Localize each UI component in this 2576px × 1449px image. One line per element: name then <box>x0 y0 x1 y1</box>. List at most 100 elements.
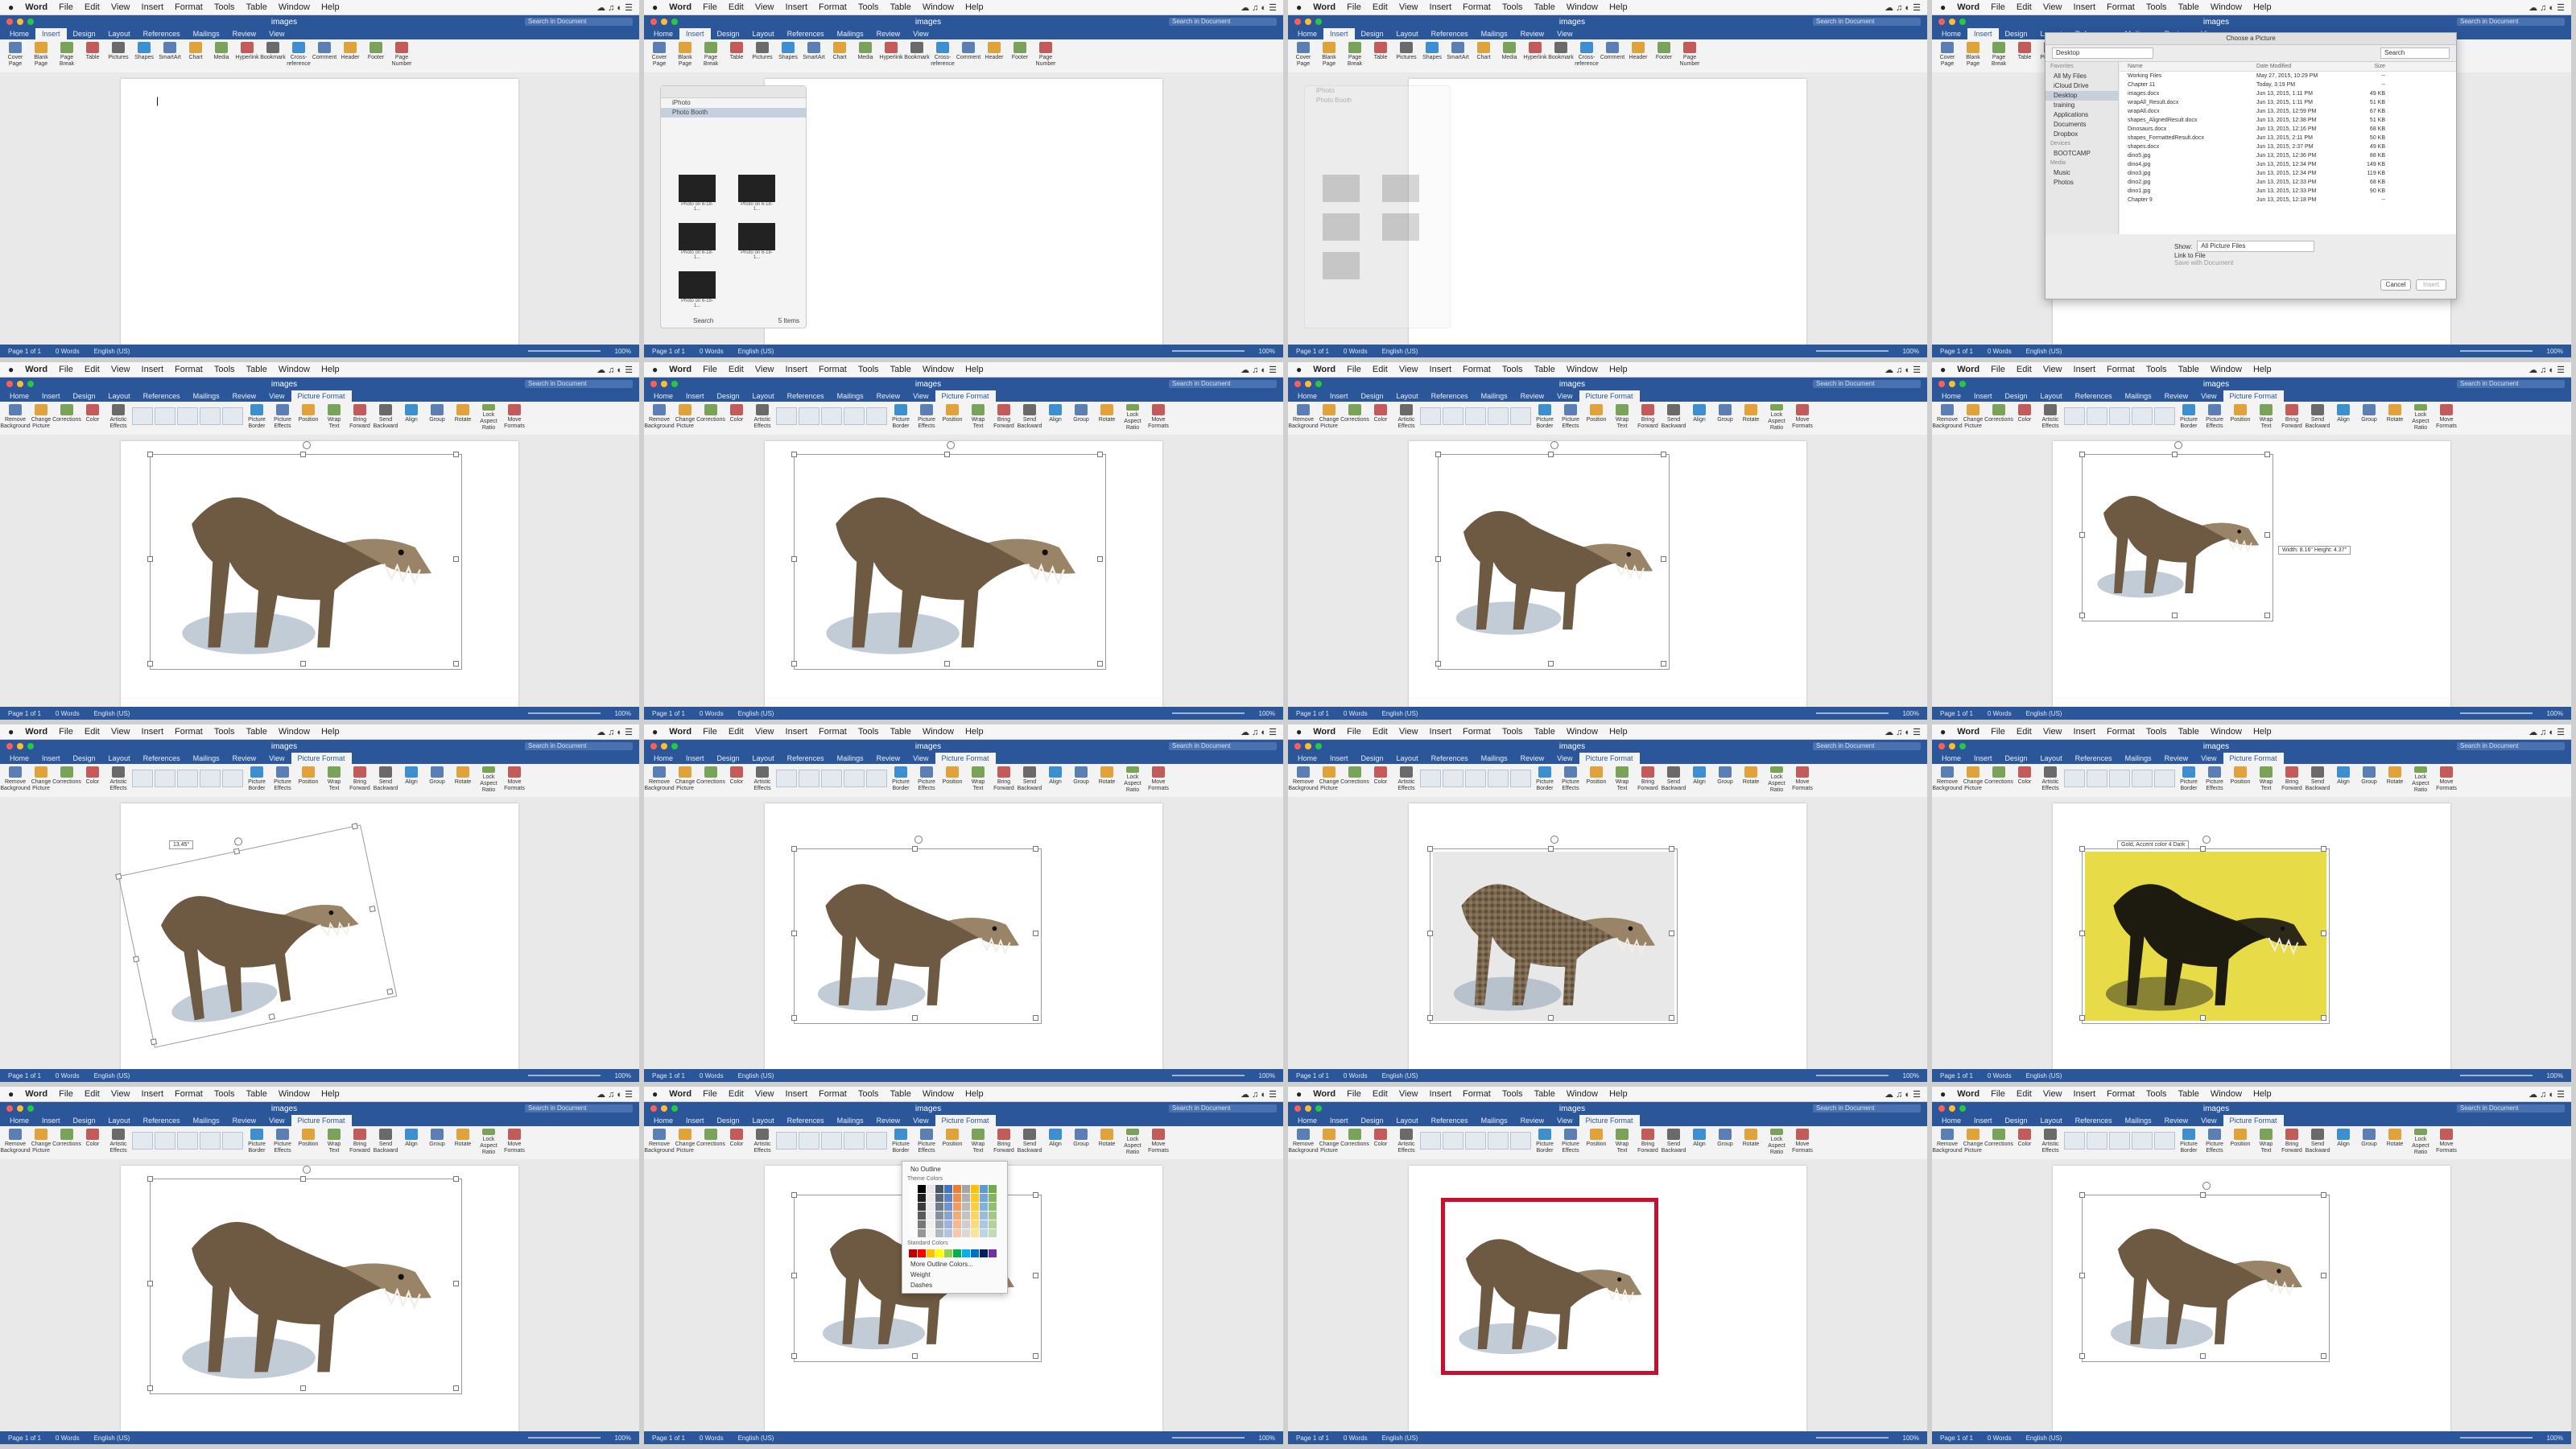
window-light-icon[interactable] <box>661 19 667 25</box>
ribbon-button[interactable]: Bring Forward <box>992 1129 1016 1156</box>
file-row[interactable]: dino5.jpg Jun 13, 2015, 12:36 PM 88 KB <box>2120 151 2456 160</box>
tab-mailings[interactable]: Mailings <box>1475 28 1514 39</box>
resize-handle[interactable] <box>2079 452 2085 457</box>
ribbon-button[interactable]: Blank Page <box>29 42 53 69</box>
picture-style-swatch[interactable] <box>132 407 153 425</box>
ribbon-button[interactable]: Picture Border <box>245 1129 269 1156</box>
insert-button[interactable]: Insert <box>2416 279 2446 291</box>
ribbon-button[interactable]: Header <box>338 42 362 69</box>
resize-handle[interactable] <box>791 1192 797 1198</box>
more-outline-colors-item[interactable]: More Outline Colors... <box>902 1259 1007 1269</box>
menu-item[interactable]: Insert <box>142 2 164 12</box>
ribbon-button[interactable]: Picture Border <box>1533 404 1557 431</box>
language[interactable]: English (US) <box>2026 1435 2062 1442</box>
tab-design[interactable]: Design <box>67 390 102 402</box>
ribbon-button[interactable]: Cover Page <box>3 42 27 69</box>
picture-style-swatch[interactable] <box>799 770 819 787</box>
ribbon-button[interactable]: Corrections <box>1340 404 1369 431</box>
ribbon-button[interactable]: Picture Border <box>889 766 913 794</box>
menu-item[interactable]: View <box>1399 727 1418 737</box>
menu-item[interactable]: Format <box>1463 2 1491 12</box>
resize-handle[interactable] <box>1548 1015 1554 1021</box>
picture-style-swatch[interactable] <box>1465 770 1486 787</box>
resize-handle[interactable] <box>1033 1015 1038 1021</box>
picture[interactable] <box>2079 441 2273 621</box>
window-light-icon[interactable] <box>6 743 13 749</box>
apple-icon[interactable]: ● <box>1296 1088 1302 1100</box>
tab-review[interactable]: Review <box>226 390 263 402</box>
resize-handle[interactable] <box>2079 1273 2085 1278</box>
color-swatch[interactable] <box>944 1194 952 1202</box>
window-light-icon[interactable] <box>1315 743 1322 749</box>
ribbon-button[interactable]: Color <box>80 766 105 794</box>
no-outline-item[interactable]: No Outline <box>902 1164 1007 1174</box>
tab-design[interactable]: Design <box>711 28 746 39</box>
window-light-icon[interactable] <box>650 381 657 387</box>
tab-mailings[interactable]: Mailings <box>2119 753 2158 764</box>
ribbon-button[interactable]: Lock Aspect Ratio <box>1765 766 1789 794</box>
color-swatch[interactable] <box>918 1203 926 1211</box>
color-swatch[interactable] <box>927 1194 935 1202</box>
menu-item[interactable]: View <box>2043 2 2062 12</box>
picture-style-swatch[interactable] <box>1510 1132 1531 1150</box>
ribbon-button[interactable]: Group <box>2357 766 2381 794</box>
ribbon-button[interactable]: Group <box>2357 1129 2381 1156</box>
tab-references[interactable]: References <box>781 28 831 39</box>
photo-browser[interactable]: iPhoto Photo Booth <box>1304 85 1451 328</box>
menu-item[interactable]: Insert <box>142 365 164 374</box>
window-controls[interactable] <box>6 1105 34 1112</box>
tab-mailings[interactable]: Mailings <box>187 390 226 402</box>
document-page[interactable] <box>2053 1166 2450 1431</box>
language[interactable]: English (US) <box>94 348 130 355</box>
color-swatch[interactable] <box>962 1249 970 1257</box>
picture-style-swatch[interactable] <box>155 1132 175 1150</box>
resize-handle[interactable] <box>2079 532 2085 538</box>
picture-style-swatch[interactable] <box>155 770 175 787</box>
app-menu[interactable]: Word <box>1313 727 1335 737</box>
window-light-icon[interactable] <box>661 381 667 387</box>
menu-item[interactable]: Help <box>321 727 340 737</box>
app-menu[interactable]: Word <box>25 1089 47 1099</box>
ribbon-button[interactable]: Remove Background <box>0 1129 31 1156</box>
resize-handle[interactable] <box>2172 613 2178 618</box>
photo-source-item[interactable]: Photo Booth <box>1305 96 1450 105</box>
menu-item[interactable]: View <box>2043 1089 2062 1099</box>
resize-handle[interactable] <box>2079 931 2085 936</box>
tab-view[interactable]: View <box>1550 28 1579 39</box>
file-row[interactable]: Working Files May 27, 2015, 10:29 PM -- <box>2120 72 2456 80</box>
ribbon-button[interactable]: Picture Effects <box>1558 766 1583 794</box>
window-light-icon[interactable] <box>27 1105 34 1112</box>
ribbon-button[interactable]: Shapes <box>776 42 800 69</box>
tab-layout[interactable]: Layout <box>2034 753 2069 764</box>
tab-design[interactable]: Design <box>1355 28 1390 39</box>
rotate-handle[interactable] <box>947 441 955 449</box>
ribbon-button[interactable]: Artistic Effects <box>106 1129 130 1156</box>
color-swatch[interactable] <box>971 1220 979 1228</box>
ribbon-button[interactable]: Rotate <box>1095 1129 1119 1156</box>
ribbon-button[interactable]: Artistic Effects <box>750 404 774 431</box>
window-light-icon[interactable] <box>650 19 657 25</box>
ribbon-button[interactable]: Artistic Effects <box>1394 1129 1418 1156</box>
ribbon-button[interactable]: Move Formats <box>1146 1129 1170 1156</box>
resize-handle[interactable] <box>1548 846 1554 852</box>
photo-browser[interactable]: iPhoto Photo Booth Photo on 6-18-1... Photo… <box>660 85 807 328</box>
ribbon-button[interactable]: Hyperlink <box>879 42 903 69</box>
ribbon-button[interactable]: Move Formats <box>502 1129 526 1156</box>
app-menu[interactable]: Word <box>1957 365 1979 374</box>
outline-color-menu[interactable]: No Outline Theme Colors Standard Colors Mor… <box>902 1161 1008 1294</box>
tab-insert[interactable]: Insert <box>679 753 711 764</box>
menu-item[interactable]: Format <box>175 2 203 12</box>
menu-item[interactable]: Tools <box>2146 2 2167 12</box>
tab-layout[interactable]: Layout <box>2034 390 2069 402</box>
menu-item[interactable]: Tools <box>1502 365 1523 374</box>
color-swatch[interactable] <box>980 1185 988 1193</box>
menu-item[interactable]: Format <box>1463 1089 1491 1099</box>
ribbon-button[interactable]: Cross-reference <box>287 42 311 69</box>
resize-handle[interactable] <box>912 1015 918 1021</box>
ribbon-button[interactable]: Footer <box>1008 42 1032 69</box>
photo-thumbnail[interactable]: Photo on 6-18-1... <box>738 223 775 260</box>
picture[interactable] <box>791 441 1106 670</box>
menu-item[interactable]: Window <box>2211 2 2242 12</box>
picture-style-swatch[interactable] <box>2064 407 2085 425</box>
ribbon-button[interactable]: Corrections <box>52 766 81 794</box>
